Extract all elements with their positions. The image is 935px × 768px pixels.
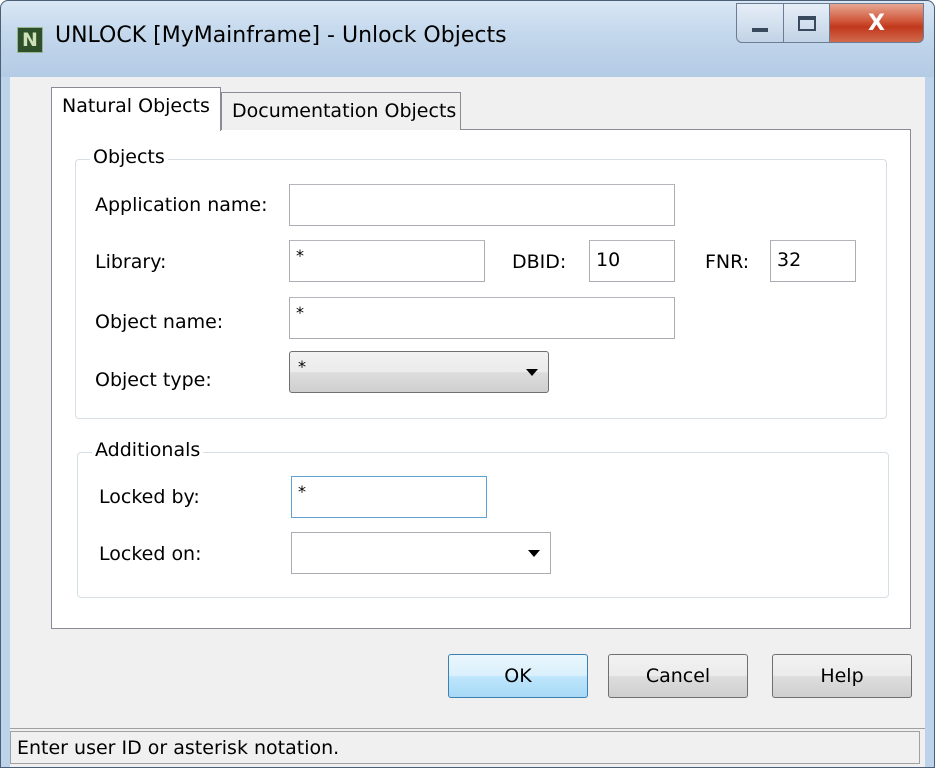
dbid-input[interactable]: 10 (589, 240, 675, 282)
minimize-icon (752, 28, 768, 32)
help-button[interactable]: Help (772, 654, 912, 698)
additionals-group-title: Additionals (92, 439, 204, 461)
locked-on-select[interactable] (291, 532, 551, 574)
application-name-label: Application name: (95, 194, 268, 216)
object-type-select[interactable]: * (289, 351, 549, 393)
close-icon: X (868, 10, 885, 36)
additionals-groupbox: Additionals (77, 439, 889, 598)
application-name-input[interactable] (289, 184, 675, 226)
maximize-icon (797, 15, 816, 31)
locked-by-input[interactable]: * (291, 476, 487, 518)
dialog-client-area: Natural Objects Documentation Objects Ob… (10, 77, 925, 767)
window-title: UNLOCK [MyMainframe] - Unlock Objects (55, 23, 507, 48)
locked-on-label: Locked on: (99, 543, 202, 565)
fnr-label: FNR: (705, 251, 750, 273)
object-type-value: * (298, 357, 306, 376)
status-text: Enter user ID or asterisk notation. (10, 731, 920, 764)
fnr-input[interactable]: 32 (770, 240, 856, 282)
natural-app-icon: N (17, 27, 43, 53)
maximize-button[interactable] (784, 3, 830, 43)
dialog-window: N UNLOCK [MyMainframe] - Unlock Objects … (0, 0, 935, 768)
tab-panel: Objects Application name: Library: * DBI… (51, 129, 911, 629)
library-input[interactable]: * (289, 240, 485, 282)
object-name-input[interactable]: * (289, 297, 675, 339)
library-label: Library: (95, 251, 167, 273)
object-type-label: Object type: (95, 369, 212, 391)
locked-by-label: Locked by: (99, 486, 200, 508)
minimize-button[interactable] (736, 3, 784, 43)
object-name-label: Object name: (95, 311, 224, 333)
tab-natural-objects[interactable]: Natural Objects (51, 87, 221, 131)
tab-documentation-objects[interactable]: Documentation Objects (221, 92, 461, 130)
chevron-down-icon (528, 550, 540, 557)
title-bar[interactable]: N UNLOCK [MyMainframe] - Unlock Objects … (1, 1, 934, 77)
status-bar: Enter user ID or asterisk notation. (10, 728, 925, 765)
ok-button[interactable]: OK (448, 654, 588, 698)
chevron-down-icon (526, 369, 538, 376)
cancel-button[interactable]: Cancel (608, 654, 748, 698)
close-button[interactable]: X (830, 3, 924, 43)
dbid-label: DBID: (512, 251, 567, 273)
objects-group-title: Objects (90, 146, 168, 168)
